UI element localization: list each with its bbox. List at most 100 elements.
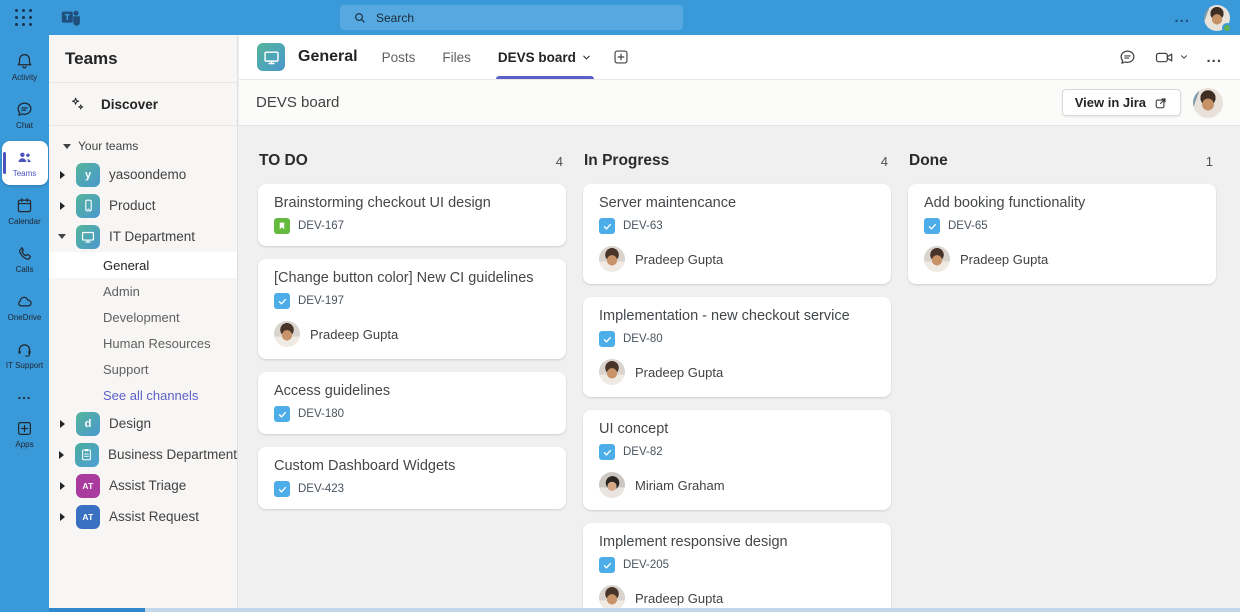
sidebar-team-assist-triage[interactable]: AT Assist Triage <box>49 470 237 501</box>
apps-icon <box>15 419 34 438</box>
chat-bubble-icon <box>1118 48 1137 67</box>
rail-item-calendar[interactable]: Calendar <box>2 189 48 233</box>
tab-files[interactable]: Files <box>442 35 471 79</box>
issue-card[interactable]: Add booking functionality DEV-65 Pradeep… <box>908 184 1216 284</box>
issue-card[interactable]: Access guidelines DEV-180 <box>258 372 566 434</box>
task-icon <box>599 331 615 347</box>
channel-chat-button[interactable] <box>1118 48 1137 67</box>
kanban-board: TO DO 4 Brainstorming checkout UI design… <box>239 127 1240 608</box>
topbar-more-icon[interactable]: ... <box>1174 9 1190 26</box>
task-icon <box>599 557 615 573</box>
issue-card[interactable]: UI concept DEV-82 Miriam Graham <box>583 410 891 510</box>
board-title: DEVS board <box>256 94 339 111</box>
teams-logo-icon <box>59 6 83 30</box>
column-in-progress: In Progress 4 Server maintencance DEV-63… <box>583 152 891 608</box>
search-input[interactable]: Search <box>340 5 683 30</box>
assignee-avatar <box>924 246 950 272</box>
issue-card[interactable]: Server maintencance DEV-63 Pradeep Gupta <box>583 184 891 284</box>
team-avatar: d <box>76 412 100 436</box>
issue-card[interactable]: Implementation - new checkout service DE… <box>583 297 891 397</box>
rail-item-teams[interactable]: Teams <box>2 141 48 185</box>
app-launcher-icon[interactable] <box>15 9 33 27</box>
column-count: 4 <box>881 154 888 169</box>
plus-square-icon <box>612 48 630 66</box>
sidebar-channel-development[interactable]: Development <box>49 304 237 330</box>
teams-sidebar: Teams Discover Your teams y yasoondemo P… <box>49 35 238 612</box>
bell-icon <box>15 52 34 71</box>
sidebar-channel-support[interactable]: Support <box>49 356 237 382</box>
sidebar-channel-human-resources[interactable]: Human Resources <box>49 330 237 356</box>
scrollbar-thumb[interactable] <box>49 608 145 612</box>
chevron-right-icon <box>59 451 64 459</box>
sidebar-team-business-department[interactable]: Business Department <box>49 439 237 470</box>
sidebar-team-assist-request[interactable]: AT Assist Request <box>49 501 237 532</box>
board-user-avatar[interactable] <box>1193 88 1223 118</box>
chevron-down-icon <box>63 144 71 149</box>
task-icon <box>924 218 940 234</box>
rail-item-calls[interactable]: Calls <box>2 237 48 281</box>
external-link-icon <box>1154 96 1168 110</box>
sidebar-channel-general[interactable]: General <box>49 252 237 278</box>
column-todo: TO DO 4 Brainstorming checkout UI design… <box>258 152 566 608</box>
issue-card[interactable]: [Change button color] New CI guidelines … <box>258 259 566 359</box>
chevron-right-icon <box>60 202 65 210</box>
discover-button[interactable]: Discover <box>49 83 237 126</box>
rail-item-apps[interactable]: Apps <box>2 412 48 456</box>
top-bar: Search ... <box>0 0 1240 35</box>
chevron-right-icon <box>60 513 65 521</box>
assignee-avatar <box>599 359 625 385</box>
team-avatar: AT <box>76 505 100 529</box>
column-name: Done <box>909 152 948 170</box>
calendar-icon <box>15 196 34 215</box>
rail-more-icon[interactable]: ... <box>18 387 32 402</box>
issue-card[interactable]: Custom Dashboard Widgets DEV-423 <box>258 447 566 509</box>
rail-item-it-support[interactable]: IT Support <box>2 333 48 377</box>
tab-devs-board[interactable]: DEVS board <box>498 35 592 79</box>
task-icon <box>599 218 615 234</box>
rail-item-onedrive[interactable]: OneDrive <box>2 285 48 329</box>
column-done: Done 1 Add booking functionality DEV-65 … <box>908 152 1216 608</box>
task-icon <box>599 444 615 460</box>
sidebar-team-yasoondemo[interactable]: y yasoondemo <box>49 159 237 190</box>
cloud-icon <box>15 292 35 311</box>
sidebar-team-product[interactable]: Product <box>49 190 237 221</box>
video-camera-icon <box>1154 48 1175 67</box>
assignee-avatar <box>274 321 300 347</box>
sidebar-channel-admin[interactable]: Admin <box>49 278 237 304</box>
team-avatar: AT <box>76 474 100 498</box>
horizontal-scrollbar[interactable] <box>49 608 1240 612</box>
rail-item-activity[interactable]: Activity <box>2 45 48 89</box>
board-subheader: DEVS board View in Jira <box>239 80 1240 126</box>
column-count: 1 <box>1206 154 1213 169</box>
assignee-avatar <box>599 585 625 608</box>
phone-icon <box>15 244 34 263</box>
rail-item-chat[interactable]: Chat <box>2 93 48 137</box>
your-teams-header[interactable]: Your teams <box>49 126 237 159</box>
channel-name: General <box>298 48 358 66</box>
chevron-down-icon <box>581 52 592 63</box>
clipboard-team-icon <box>75 443 99 467</box>
task-icon <box>274 406 290 422</box>
channel-more-icon[interactable]: ... <box>1206 49 1222 66</box>
column-count: 4 <box>556 154 563 169</box>
issue-card[interactable]: Implement responsive design DEV-205 Prad… <box>583 523 891 608</box>
team-avatar: y <box>76 163 100 187</box>
sidebar-team-it-department[interactable]: IT Department <box>49 221 237 252</box>
see-all-channels-link[interactable]: See all channels <box>49 382 237 408</box>
headset-icon <box>15 340 34 359</box>
sidebar-title: Teams <box>49 35 237 83</box>
phone-team-icon <box>76 194 100 218</box>
add-tab-button[interactable] <box>612 48 630 66</box>
story-icon <box>274 218 290 234</box>
tab-bar: Posts Files DEVS board <box>382 35 592 79</box>
meet-button[interactable] <box>1154 48 1189 67</box>
teams-people-icon <box>15 148 34 167</box>
column-name: TO DO <box>259 152 308 170</box>
app-rail: Activity Chat Teams Calendar Calls OneDr… <box>0 35 49 612</box>
tab-posts[interactable]: Posts <box>382 35 416 79</box>
issue-card[interactable]: Brainstorming checkout UI design DEV-167 <box>258 184 566 246</box>
sidebar-team-design[interactable]: d Design <box>49 408 237 439</box>
assignee-avatar <box>599 472 625 498</box>
profile-avatar[interactable] <box>1204 5 1230 31</box>
view-in-jira-button[interactable]: View in Jira <box>1062 89 1181 116</box>
